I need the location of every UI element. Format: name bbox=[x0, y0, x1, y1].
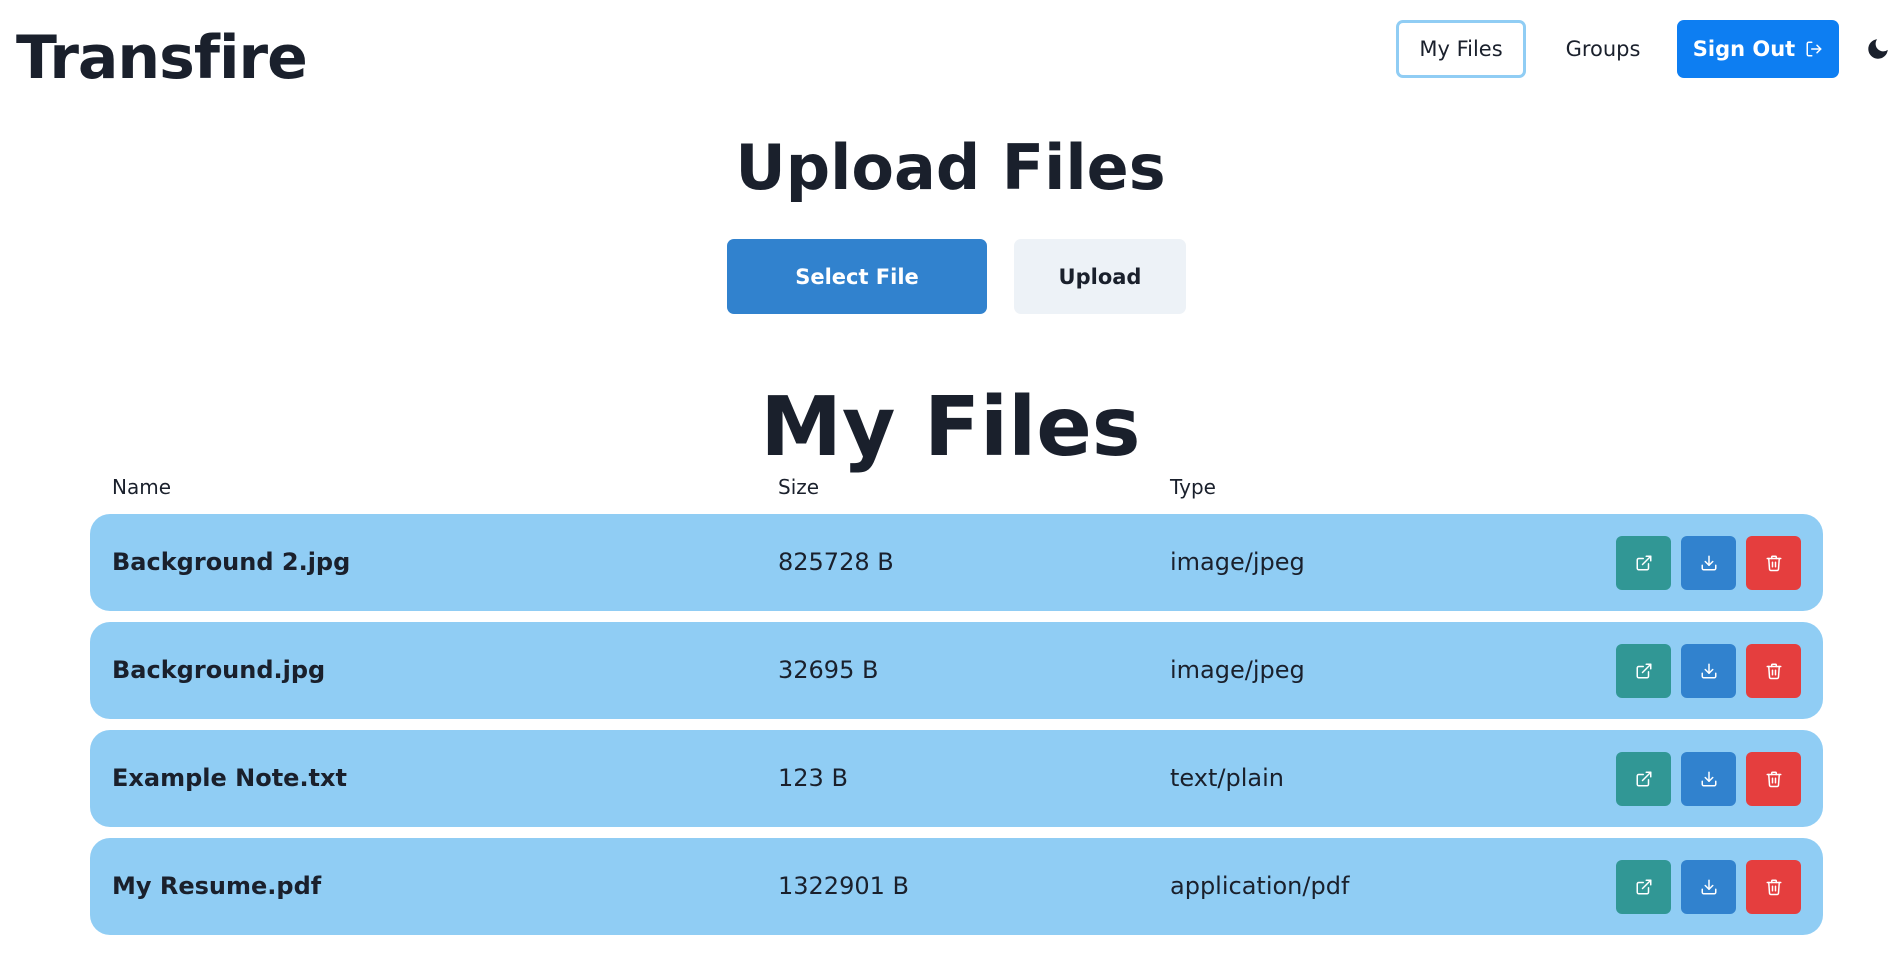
file-name: My Resume.pdf bbox=[112, 872, 322, 900]
download-file-button[interactable] bbox=[1681, 860, 1736, 914]
download-icon bbox=[1700, 878, 1718, 896]
delete-file-button[interactable] bbox=[1746, 860, 1801, 914]
open-file-button[interactable] bbox=[1616, 752, 1671, 806]
nav-groups-button[interactable]: Groups bbox=[1548, 20, 1658, 78]
external-link-icon bbox=[1635, 878, 1653, 896]
sign-out-label: Sign Out bbox=[1692, 37, 1796, 61]
trash-icon bbox=[1765, 770, 1783, 788]
external-link-icon bbox=[1635, 662, 1653, 680]
moon-icon bbox=[1865, 36, 1891, 66]
open-file-button[interactable] bbox=[1616, 644, 1671, 698]
file-size: 1322901 B bbox=[778, 872, 909, 900]
file-size: 123 B bbox=[778, 764, 848, 792]
upload-button[interactable]: Upload bbox=[1014, 239, 1186, 314]
file-actions bbox=[1616, 536, 1801, 590]
nav-my-files-button[interactable]: My Files bbox=[1396, 20, 1526, 78]
app-logo: Transfire bbox=[16, 23, 308, 93]
upload-title: Upload Files bbox=[735, 131, 1166, 204]
external-link-icon bbox=[1635, 770, 1653, 788]
file-type: image/jpeg bbox=[1170, 548, 1305, 576]
files-table-header: Name Size Type bbox=[90, 475, 1823, 503]
download-icon bbox=[1700, 662, 1718, 680]
column-header-name: Name bbox=[112, 475, 172, 499]
file-actions bbox=[1616, 752, 1801, 806]
file-actions bbox=[1616, 644, 1801, 698]
file-row: Background 2.jpg 825728 B image/jpeg bbox=[90, 514, 1823, 611]
delete-file-button[interactable] bbox=[1746, 644, 1801, 698]
trash-icon bbox=[1765, 878, 1783, 896]
sign-out-icon bbox=[1805, 40, 1823, 58]
file-type: image/jpeg bbox=[1170, 656, 1305, 684]
delete-file-button[interactable] bbox=[1746, 536, 1801, 590]
column-header-size: Size bbox=[778, 475, 820, 499]
file-name: Example Note.txt bbox=[112, 764, 347, 792]
sign-out-button[interactable]: Sign Out bbox=[1677, 20, 1839, 78]
open-file-button[interactable] bbox=[1616, 860, 1671, 914]
trash-icon bbox=[1765, 662, 1783, 680]
file-name: Background 2.jpg bbox=[112, 548, 351, 576]
theme-toggle-button[interactable] bbox=[1861, 34, 1895, 68]
open-file-button[interactable] bbox=[1616, 536, 1671, 590]
column-header-type: Type bbox=[1170, 475, 1216, 499]
file-row: My Resume.pdf 1322901 B application/pdf bbox=[90, 838, 1823, 935]
file-size: 825728 B bbox=[778, 548, 894, 576]
file-row: Example Note.txt 123 B text/plain bbox=[90, 730, 1823, 827]
file-type: text/plain bbox=[1170, 764, 1284, 792]
my-files-title: My Files bbox=[760, 380, 1141, 475]
download-icon bbox=[1700, 770, 1718, 788]
download-file-button[interactable] bbox=[1681, 752, 1736, 806]
download-file-button[interactable] bbox=[1681, 536, 1736, 590]
file-size: 32695 B bbox=[778, 656, 879, 684]
trash-icon bbox=[1765, 554, 1783, 572]
file-row: Background.jpg 32695 B image/jpeg bbox=[90, 622, 1823, 719]
file-actions bbox=[1616, 860, 1801, 914]
files-list: Background 2.jpg 825728 B image/jpeg Bac… bbox=[90, 514, 1823, 946]
delete-file-button[interactable] bbox=[1746, 752, 1801, 806]
file-name: Background.jpg bbox=[112, 656, 326, 684]
external-link-icon bbox=[1635, 554, 1653, 572]
download-file-button[interactable] bbox=[1681, 644, 1736, 698]
select-file-button[interactable]: Select File bbox=[727, 239, 987, 314]
download-icon bbox=[1700, 554, 1718, 572]
file-type: application/pdf bbox=[1170, 872, 1350, 900]
